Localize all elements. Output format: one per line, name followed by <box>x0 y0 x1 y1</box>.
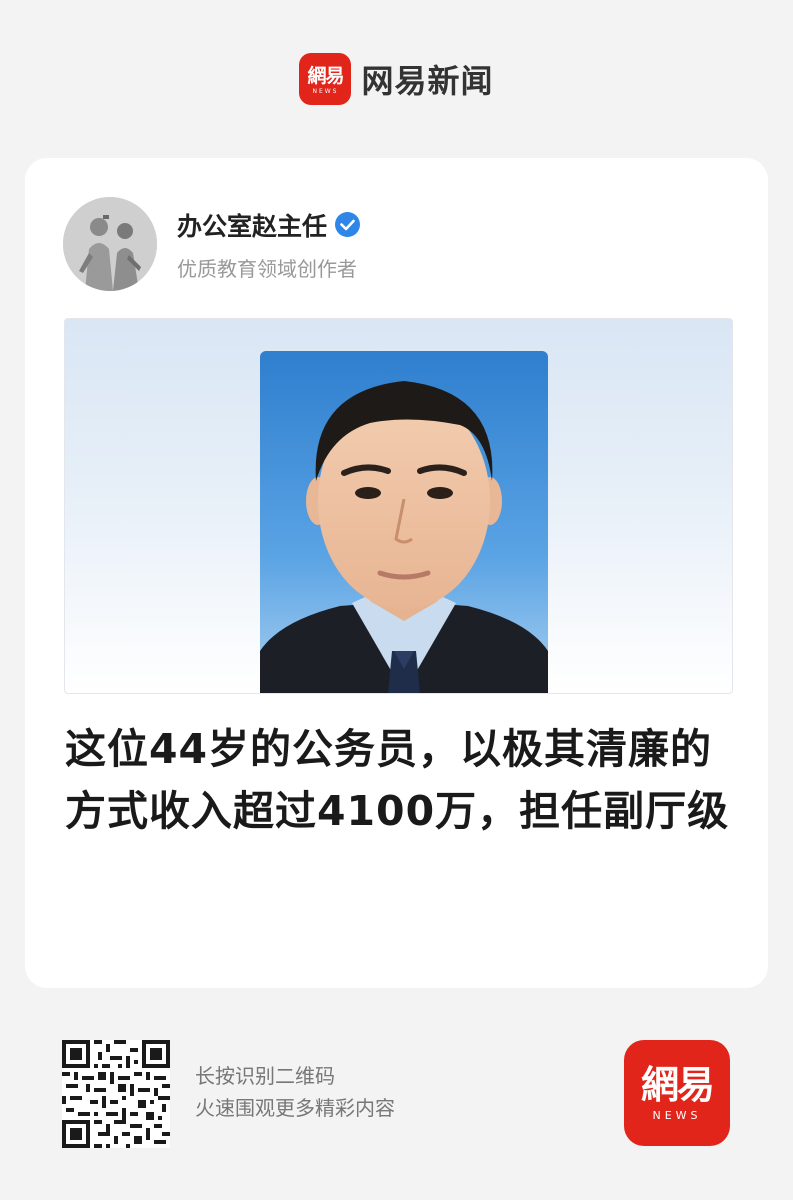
qr-code[interactable] <box>62 1040 170 1148</box>
author-info: 办公室赵主任 优质教育领域创作者 <box>177 207 361 282</box>
netease-app-logo: 網易 NEWS <box>624 1040 730 1146</box>
article-headline[interactable]: 这位44岁的公务员，以极其清廉的方式收入超过4100万，担任副厅级 <box>65 718 735 842</box>
author-name-row: 办公室赵主任 <box>177 207 361 243</box>
logo-sub-text: NEWS <box>652 1108 702 1122</box>
app-brand-header: 網易 NEWS 网易新闻 <box>0 52 793 106</box>
qr-text-line-2: 火速围观更多精彩内容 <box>195 1096 395 1120</box>
author-name[interactable]: 办公室赵主任 <box>177 207 327 243</box>
author-description: 优质教育领域创作者 <box>177 256 357 281</box>
app-name: 网易新闻 <box>361 62 494 100</box>
qr-text-line-1: 长按识别二维码 <box>195 1064 335 1088</box>
article-image[interactable] <box>64 318 733 694</box>
logo-text: 網易 <box>307 64 344 87</box>
author-row[interactable]: 办公室赵主任 优质教育领域创作者 <box>63 196 361 292</box>
verified-badge-icon <box>335 212 361 237</box>
logo-sub-text: NEWS <box>312 87 339 95</box>
portrait-photo <box>260 351 548 693</box>
logo-text: 網易 <box>640 1062 715 1107</box>
qr-instructions: 长按识别二维码 火速围观更多精彩内容 <box>195 1060 395 1124</box>
netease-news-logo: 網易 NEWS <box>299 53 352 105</box>
author-avatar[interactable] <box>63 197 157 291</box>
article-card[interactable]: 办公室赵主任 优质教育领域创作者 这位44岁的公务员，以极其清廉的方式收入超过4… <box>25 158 768 988</box>
